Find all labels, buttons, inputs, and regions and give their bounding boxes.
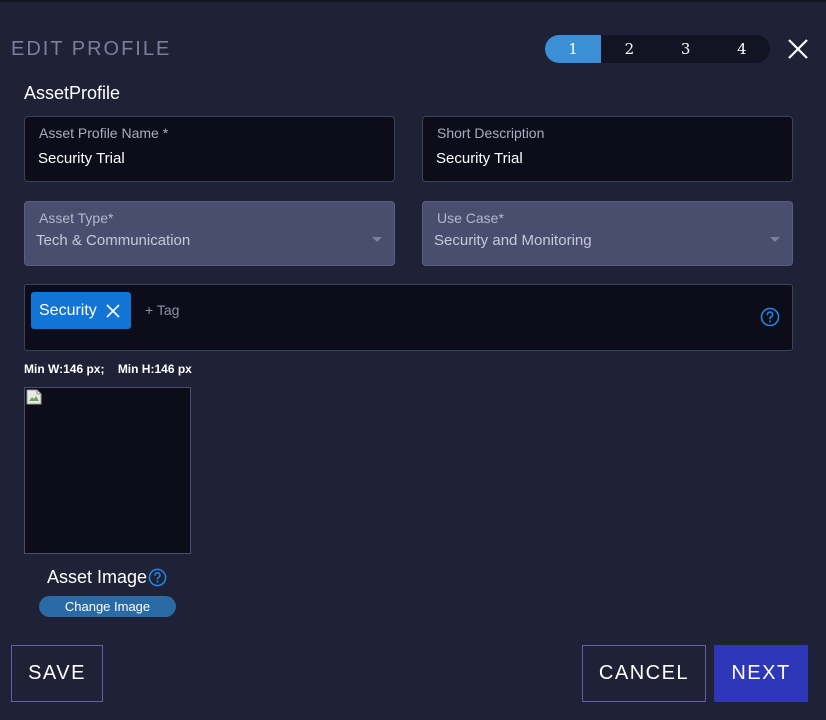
step-1[interactable]: 1 bbox=[545, 35, 602, 63]
tag-remove-icon[interactable] bbox=[106, 304, 120, 318]
use-case-value: Security and Monitoring bbox=[434, 232, 592, 249]
change-image-button[interactable]: Change Image bbox=[39, 596, 176, 617]
asset-profile-name-label: Asset Profile Name * bbox=[39, 125, 169, 141]
asset-image-label: Asset Image bbox=[47, 567, 167, 588]
tag-chip: Security bbox=[31, 292, 131, 329]
help-icon[interactable] bbox=[148, 568, 167, 587]
tag-input-box[interactable]: Security bbox=[24, 284, 793, 351]
asset-image-preview bbox=[24, 387, 191, 554]
step-indicator: 1 2 3 4 bbox=[545, 35, 770, 63]
close-icon bbox=[788, 39, 808, 59]
asset-profile-name-input[interactable] bbox=[38, 150, 368, 167]
asset-type-select[interactable]: Asset Type* Tech & Communication bbox=[24, 201, 395, 266]
min-height-hint: Min H:146 px bbox=[117, 362, 192, 376]
broken-image-icon bbox=[26, 389, 42, 405]
dialog-title: EDIT PROFILE bbox=[11, 38, 172, 60]
tag-chip-label: Security bbox=[39, 301, 97, 319]
step-3[interactable]: 3 bbox=[658, 35, 714, 63]
chevron-down-icon bbox=[770, 237, 780, 242]
short-description-label: Short Description bbox=[437, 125, 545, 141]
short-description-input[interactable] bbox=[436, 150, 766, 167]
top-border bbox=[0, 0, 826, 2]
asset-image-label-text: Asset Image bbox=[47, 567, 148, 587]
short-description-field[interactable]: Short Description bbox=[422, 116, 793, 182]
help-icon[interactable] bbox=[760, 307, 780, 327]
use-case-select[interactable]: Use Case* Security and Monitoring bbox=[422, 201, 793, 266]
tag-input[interactable] bbox=[145, 302, 345, 318]
min-width-hint: Min W:146 px; bbox=[24, 362, 105, 376]
asset-profile-name-field[interactable]: Asset Profile Name * bbox=[24, 116, 395, 182]
use-case-label: Use Case* bbox=[437, 210, 504, 226]
asset-type-value: Tech & Communication bbox=[36, 232, 191, 249]
image-size-hint: Min W:146 px; Min H:146 px bbox=[24, 362, 202, 376]
step-2[interactable]: 2 bbox=[601, 35, 657, 63]
cancel-button[interactable]: CANCEL bbox=[582, 645, 706, 702]
section-title: AssetProfile bbox=[24, 83, 121, 103]
next-button[interactable]: NEXT bbox=[714, 645, 808, 702]
close-button[interactable] bbox=[786, 37, 810, 61]
step-4[interactable]: 4 bbox=[714, 35, 770, 63]
save-button[interactable]: SAVE bbox=[11, 645, 103, 702]
asset-type-label: Asset Type* bbox=[39, 210, 114, 226]
chevron-down-icon bbox=[372, 237, 382, 242]
